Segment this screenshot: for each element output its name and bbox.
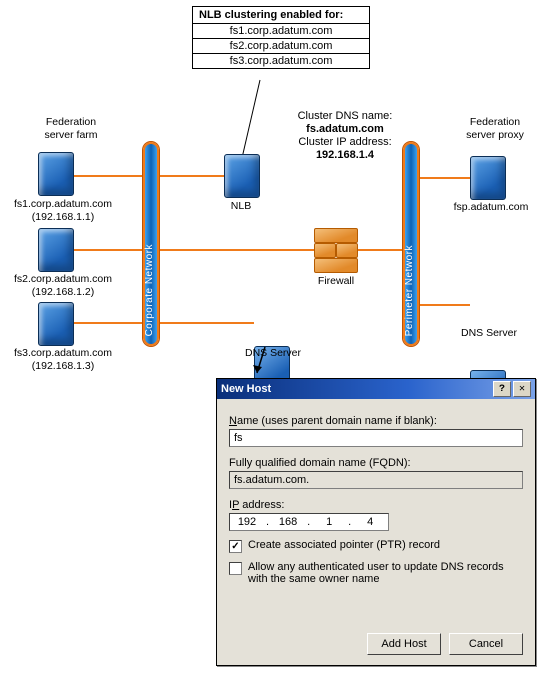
nlb-host-row: fs1.corp.adatum.com [193,24,369,39]
fqdn-field-label: Fully qualified domain name (FQDN): [229,457,523,469]
nlb-label: NLB [216,200,266,213]
server-fsp-icon [470,156,506,200]
close-button[interactable]: ✕ [513,381,531,397]
cluster-info: Cluster DNS name: fs.adatum.com Cluster … [270,110,420,162]
allow-update-checkbox-row[interactable]: Allow any authenticated user to update D… [229,561,523,585]
ptr-checkbox-row[interactable]: Create associated pointer (PTR) record [229,539,523,553]
ptr-checkbox[interactable] [229,540,242,553]
ip-address-input[interactable]: . . . [229,513,389,531]
dialog-new-host: New Host ? ✕ Name (uses parent domain na… [216,378,536,666]
nlb-host-row: fs2.corp.adatum.com [193,39,369,54]
ip-octet-2[interactable] [271,515,305,529]
allow-update-checkbox-label: Allow any authenticated user to update D… [248,561,518,585]
cancel-button[interactable]: Cancel [449,633,523,655]
firewall-label: Firewall [308,275,364,288]
nlb-clustering-box: NLB clustering enabled for: fs1.corp.ada… [192,6,370,69]
help-button[interactable]: ? [493,381,511,397]
farm-label: Federation server farm [26,116,116,142]
ip-field-label: IP address: [229,499,523,511]
ip-octet-4[interactable] [353,515,387,529]
corporate-network-label: Corporate Network [144,244,155,336]
nlb-host-row: fs3.corp.adatum.com [193,54,369,68]
cluster-ip-value: 192.168.1.4 [270,149,420,162]
name-input[interactable] [229,429,523,447]
dns-server-corp-label: DNS Server [238,347,308,360]
perimeter-network-label: Perimeter Network [404,245,415,336]
server-fs2-caption: fs2.corp.adatum.com (192.168.1.2) [8,273,118,299]
cluster-dns-value: fs.adatum.com [270,123,420,136]
add-host-button[interactable]: Add Host [367,633,441,655]
firewall-icon [314,228,358,272]
fqdn-input [229,471,523,489]
cluster-ip-label: Cluster IP address: [270,136,420,149]
name-field-label: Name (uses parent domain name if blank): [229,415,523,427]
server-fsp-caption: fsp.adatum.com [446,201,536,214]
ip-octet-1[interactable] [230,515,264,529]
server-fs1-icon [38,152,74,196]
nlb-box-title: NLB clustering enabled for: [193,7,369,24]
perimeter-network-bar: Perimeter Network [403,142,419,346]
server-fs3-icon [38,302,74,346]
cluster-dns-label: Cluster DNS name: [270,110,420,123]
ip-octet-3[interactable] [312,515,346,529]
dialog-title-text: New Host [221,383,271,395]
arrow-to-dialog [253,345,273,381]
server-fs2-icon [38,228,74,272]
corporate-network-bar: Corporate Network [143,142,159,346]
server-fs1-caption: fs1.corp.adatum.com (192.168.1.1) [8,198,118,224]
proxy-label: Federation server proxy [450,116,540,142]
dialog-titlebar[interactable]: New Host ? ✕ [217,379,535,399]
server-nlb-icon [224,154,260,198]
dns-server-perim-label: DNS Server [452,327,526,340]
allow-update-checkbox[interactable] [229,562,242,575]
server-fs3-caption: fs3.corp.adatum.com (192.168.1.3) [8,347,118,373]
ptr-checkbox-label: Create associated pointer (PTR) record [248,539,440,551]
